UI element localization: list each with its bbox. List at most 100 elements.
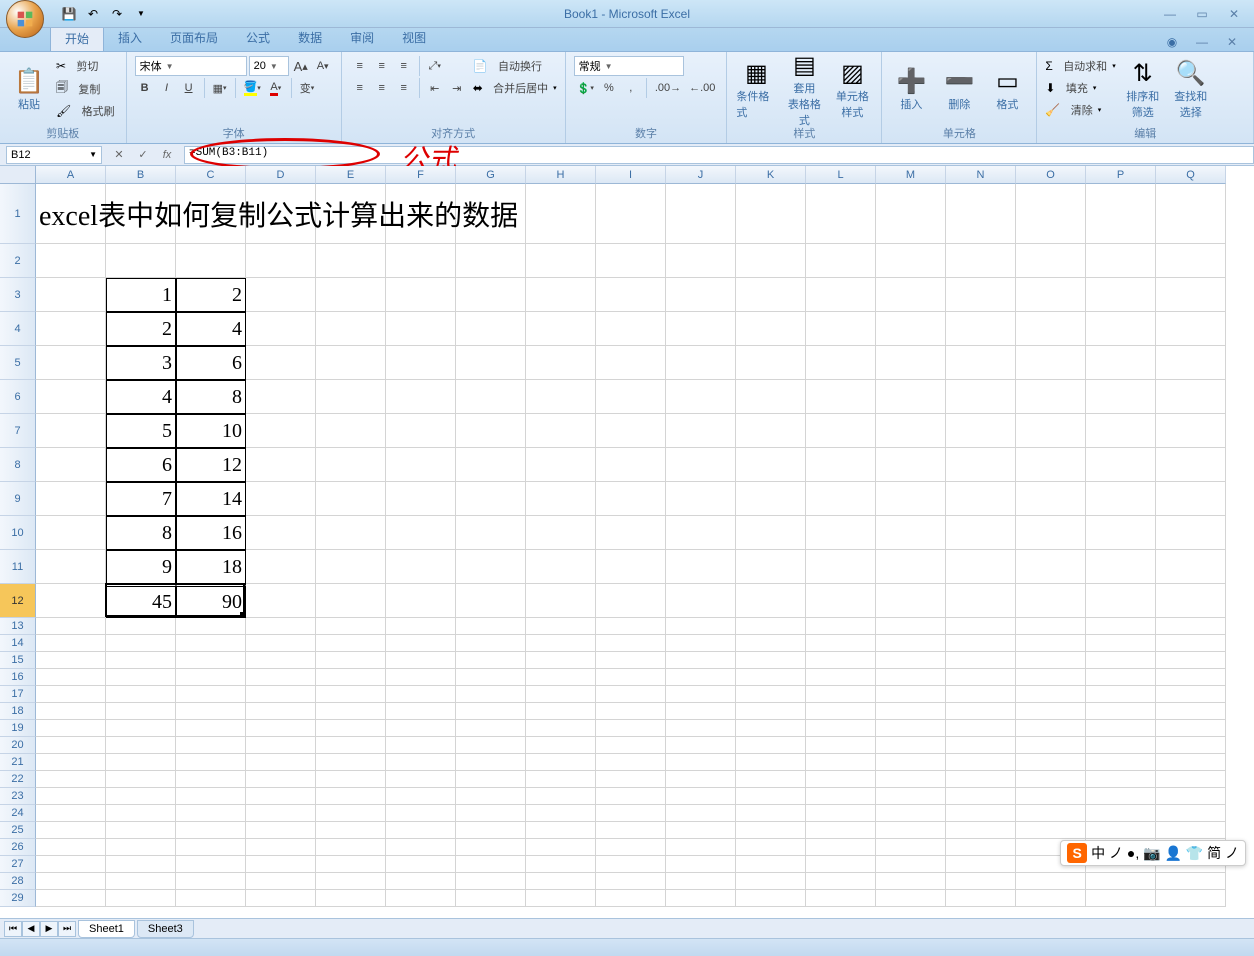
column-header[interactable]: F (386, 166, 456, 184)
office-button[interactable] (6, 0, 44, 38)
cell[interactable] (316, 346, 386, 380)
cell[interactable] (946, 244, 1016, 278)
cell[interactable] (1086, 346, 1156, 380)
delete-cells-button[interactable]: ➖删除 (938, 56, 980, 122)
cell[interactable] (36, 839, 106, 856)
cell[interactable] (316, 652, 386, 669)
tab-插入[interactable]: 插入 (104, 25, 156, 51)
cell[interactable] (526, 550, 596, 584)
cell[interactable] (1016, 822, 1086, 839)
cell[interactable] (876, 346, 946, 380)
cell[interactable] (386, 703, 456, 720)
cell[interactable] (806, 856, 876, 873)
cell[interactable] (386, 482, 456, 516)
cell[interactable] (36, 380, 106, 414)
minimize-button[interactable]: — (1158, 5, 1182, 23)
cell[interactable] (456, 312, 526, 346)
cell[interactable] (176, 737, 246, 754)
currency-button[interactable]: 💲▾ (574, 78, 597, 98)
sheet-nav-button[interactable]: ⏭ (58, 921, 76, 937)
cell[interactable] (1016, 482, 1086, 516)
cell[interactable] (246, 771, 316, 788)
cell[interactable] (36, 448, 106, 482)
row-header[interactable]: 26 (0, 839, 36, 856)
cell[interactable] (36, 822, 106, 839)
cell[interactable] (246, 346, 316, 380)
name-box[interactable]: B12▼ (6, 146, 102, 164)
cell[interactable] (456, 244, 526, 278)
row-header[interactable]: 29 (0, 890, 36, 907)
cell[interactable] (316, 278, 386, 312)
column-header[interactable]: K (736, 166, 806, 184)
cell[interactable] (806, 278, 876, 312)
cell[interactable] (806, 686, 876, 703)
align-right-button[interactable]: ≡ (394, 78, 414, 98)
cell[interactable] (596, 482, 666, 516)
cell[interactable] (526, 482, 596, 516)
cell[interactable] (876, 890, 946, 907)
cell[interactable] (736, 448, 806, 482)
cell[interactable] (386, 839, 456, 856)
cell[interactable] (806, 754, 876, 771)
cell[interactable] (736, 516, 806, 550)
cell[interactable] (946, 788, 1016, 805)
cell[interactable] (736, 312, 806, 346)
cell[interactable] (596, 635, 666, 652)
cell[interactable] (806, 890, 876, 907)
cell[interactable] (1016, 669, 1086, 686)
cell[interactable] (36, 635, 106, 652)
cell[interactable] (876, 856, 946, 873)
cell[interactable] (1156, 550, 1226, 584)
cell[interactable] (1156, 380, 1226, 414)
cell[interactable] (876, 669, 946, 686)
cell[interactable] (36, 890, 106, 907)
formula-input[interactable]: =SUM(B3:B11) (184, 146, 1254, 164)
row-header[interactable]: 13 (0, 618, 36, 635)
cell[interactable] (386, 873, 456, 890)
decrease-decimal-button[interactable]: ←.00 (686, 78, 718, 98)
cell[interactable] (526, 839, 596, 856)
row-header[interactable]: 16 (0, 669, 36, 686)
cell[interactable] (1156, 720, 1226, 737)
qat-dropdown-icon[interactable]: ▼ (130, 3, 152, 25)
cell[interactable] (456, 635, 526, 652)
sort-filter-button[interactable]: ⇅排序和 筛选 (1122, 56, 1164, 122)
cell[interactable] (106, 873, 176, 890)
cell[interactable] (386, 618, 456, 635)
data-cell[interactable]: 4 (106, 380, 176, 414)
fx-icon[interactable]: fx (158, 146, 176, 164)
cell[interactable] (1086, 618, 1156, 635)
cell[interactable] (36, 414, 106, 448)
borders-button[interactable]: ▦▾ (210, 78, 230, 98)
column-header[interactable]: A (36, 166, 106, 184)
row-header[interactable]: 4 (0, 312, 36, 346)
cell[interactable] (456, 414, 526, 448)
cell[interactable] (666, 669, 736, 686)
cell[interactable] (1016, 584, 1086, 618)
cell[interactable] (806, 822, 876, 839)
cell[interactable] (246, 635, 316, 652)
cut-button[interactable]: 剪切 (73, 56, 101, 76)
cell[interactable] (1016, 618, 1086, 635)
cell[interactable] (806, 516, 876, 550)
cell[interactable] (806, 703, 876, 720)
cell[interactable] (456, 550, 526, 584)
cell[interactable] (1086, 652, 1156, 669)
cell[interactable] (1156, 635, 1226, 652)
cell[interactable] (316, 516, 386, 550)
cell[interactable] (1156, 618, 1226, 635)
grow-font-button[interactable]: A▴ (291, 56, 311, 76)
cell[interactable] (176, 703, 246, 720)
cell[interactable] (1016, 686, 1086, 703)
row-header[interactable]: 3 (0, 278, 36, 312)
cell[interactable] (246, 584, 316, 618)
cell[interactable] (176, 771, 246, 788)
tab-开始[interactable]: 开始 (50, 25, 104, 51)
cell[interactable] (1156, 703, 1226, 720)
cell[interactable] (1156, 346, 1226, 380)
cell[interactable] (666, 652, 736, 669)
cell[interactable] (456, 703, 526, 720)
cell[interactable] (316, 686, 386, 703)
cell[interactable] (666, 278, 736, 312)
cell[interactable] (1086, 805, 1156, 822)
